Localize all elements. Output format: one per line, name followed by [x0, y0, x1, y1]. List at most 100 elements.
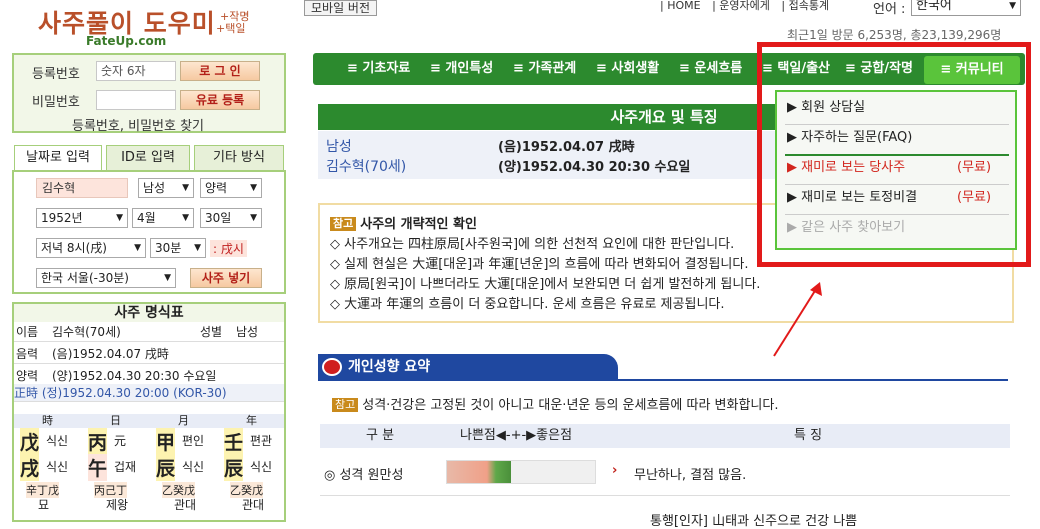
location-value: 한국 서울(-30분) [41, 271, 129, 285]
stem-relation: 편관 [250, 434, 273, 448]
site-logo[interactable]: 사주풀이 도우미 +작명 +택일 FateUp.com [20, 4, 260, 48]
row-feature: 통행[인자] 山태과 신주으로 건강 나쁨 [650, 514, 858, 529]
mobile-version-button[interactable]: 모바일 버전 [304, 0, 378, 16]
lunar-row: 음력 (음)1952.04.07 戌時 [14, 344, 284, 364]
info-gender: 남성 [326, 139, 352, 155]
minute-select[interactable]: 30분 ▼ [150, 238, 206, 258]
hour-branch-label: : 戌시 [210, 240, 247, 257]
chevron-down-icon: ▼ [164, 273, 171, 283]
language-select[interactable]: 한국어 ▼ [911, 0, 1021, 16]
col-feature: 특 징 [794, 428, 823, 443]
earthly-branch: 午 [88, 454, 108, 481]
chevron-down-icon: ▼ [182, 183, 189, 193]
nav-basic[interactable]: ≡ 기초자료 [347, 53, 410, 85]
pillar-head: 月 [178, 414, 189, 427]
table-row: 통행[인자] 山태과 신주으로 건강 나쁨 [320, 502, 1010, 529]
gender-value: 남성 [236, 325, 259, 339]
visit-counter: 최근1일 방문 6,253명, 총23,139,296명 [787, 28, 1002, 42]
contact-admin-link[interactable]: | 운영자에게 [712, 0, 770, 12]
login-button[interactable]: 로 그 인 [180, 61, 260, 81]
info-name: 김수혁(70세) [326, 159, 407, 175]
true-time-row: 正時 (정)1952.04.30 20:00 (KOR-30) [14, 384, 284, 402]
life-stage: 묘 [38, 498, 50, 512]
top-links: | HOME | 운영자에게 | 접속통계 [660, 0, 837, 13]
life-stage: 제왕 [106, 498, 129, 512]
stats-link[interactable]: | 접속통계 [781, 0, 829, 12]
pillar-head: 日 [110, 414, 121, 427]
row-label: ◎ 성격 원만성 [324, 468, 404, 483]
section-title: 개인성향 요약 [318, 354, 618, 380]
level-bar-fill [447, 461, 536, 483]
earthly-branch: 戌 [20, 454, 40, 481]
nav-personal[interactable]: ≡ 개인특성 [430, 53, 493, 85]
month-select[interactable]: 4월 ▼ [132, 208, 194, 228]
tab-id-input[interactable]: ID로 입력 [106, 145, 190, 171]
notice-title: 사주의 개략적인 확인 [360, 217, 477, 232]
logo-sub2: +택일 [216, 22, 246, 35]
col-category: 구 분 [366, 428, 395, 443]
branch-relation: 식신 [46, 460, 69, 474]
reference-badge: 참고 [330, 217, 357, 231]
id-label: 등록번호 [32, 67, 80, 82]
highlight-box [757, 42, 1031, 267]
name-input[interactable]: 김수혁 [36, 178, 128, 198]
pillar-head: 時 [42, 414, 53, 427]
calendar-select[interactable]: 양력 ▼ [200, 178, 262, 198]
minute-value: 30분 [155, 241, 182, 255]
chevron-down-icon: ▼ [250, 213, 257, 223]
pillar-head: 年 [246, 414, 257, 427]
pillar-3: 壬 편관 辰 식신 乙癸戊 관대 [222, 428, 284, 512]
language-value: 한국어 [916, 0, 952, 13]
heavenly-stem: 丙 [88, 428, 108, 455]
year-value: 1952년 [41, 211, 83, 225]
branch-relation: 겁재 [114, 460, 137, 474]
submit-saju-button[interactable]: 사주 넣기 [190, 268, 262, 288]
tab-date-input[interactable]: 날짜로 입력 [14, 145, 102, 171]
lunar-label: 음력 [16, 347, 39, 361]
lunar-value: (음)1952.04.07 戌時 [52, 347, 169, 361]
stem-relation: 元 [114, 434, 127, 448]
nav-social[interactable]: ≡ 사회생활 [596, 53, 659, 85]
day-select[interactable]: 30일 ▼ [200, 208, 262, 228]
row-feature: 무난하나, 결점 많음. [634, 468, 747, 483]
password-input[interactable] [96, 90, 176, 110]
solar-label: 양력 [16, 369, 39, 383]
home-link[interactable]: | HOME [660, 0, 701, 12]
saju-chart-panel: 사주 명식표 이름 김수혁(70세) 성별 남성 음력 (음)1952.04.0… [12, 302, 286, 522]
id-input[interactable]: 숫자 6자 [96, 61, 176, 81]
info-solar: (양)1952.04.30 20:30 수요일 [498, 160, 691, 175]
paid-register-button[interactable]: 유료 등록 [180, 90, 260, 110]
gender-value: 남성 [143, 181, 166, 195]
solar-value: (양)1952.04.30 20:30 수요일 [52, 369, 217, 383]
find-account-link[interactable]: 등록번호, 비밀번호 찾기 [72, 115, 204, 134]
chevron-down-icon: ▼ [182, 213, 189, 223]
heavenly-stem: 戊 [20, 428, 40, 455]
table-header: 구 분 나쁜점◀-+-▶좋은점 특 징 [320, 424, 1010, 448]
chevron-down-icon: ▼ [134, 243, 141, 253]
reference-badge: 참고 [332, 398, 359, 412]
tab-other-input[interactable]: 기타 방식 [194, 145, 284, 171]
chevron-down-icon: ▼ [1009, 1, 1016, 11]
location-select[interactable]: 한국 서울(-30분) ▼ [36, 268, 176, 288]
nav-family[interactable]: ≡ 가족관계 [513, 53, 576, 85]
gender-label: 성별 [200, 325, 223, 339]
pillar-headers: 時 日 月 年 [14, 414, 284, 428]
hour-value: 저녁 8시(戌) [41, 241, 107, 255]
hour-select[interactable]: 저녁 8시(戌) ▼ [36, 238, 146, 258]
level-bar [446, 460, 596, 484]
life-stage: 관대 [242, 498, 265, 512]
nav-fortune[interactable]: ≡ 운세흐름 [679, 53, 742, 85]
info-lunar: (음)1952.04.07 戌時 [498, 140, 635, 155]
notice-line: ◇ 原局[원국]이 나쁘더라도 大運[대운]에서 보완되면 더 쉽게 발전하게 … [330, 277, 761, 292]
notice-line: ◇ 大運과 年運의 흐름이 더 중요합니다. 운세 흐름은 유료로 제공됩니다. [330, 297, 725, 312]
id-placeholder: 숫자 6자 [101, 64, 146, 78]
pw-label: 비밀번호 [32, 95, 80, 110]
section-note: 참고 성격·건강은 고정된 것이 아니고 대운·년운 등의 운세흐름에 따라 변화… [332, 394, 778, 413]
section-note-text: 성격·건강은 고정된 것이 아니고 대운·년운 등의 운세흐름에 따라 변화합니… [362, 398, 779, 413]
earthly-branch: 辰 [156, 454, 176, 481]
name-label: 이름 [16, 325, 39, 339]
gender-select[interactable]: 남성 ▼ [138, 178, 194, 198]
earthly-branch: 辰 [224, 454, 244, 481]
year-select[interactable]: 1952년 ▼ [36, 208, 128, 228]
logo-url: FateUp.com [86, 34, 167, 48]
